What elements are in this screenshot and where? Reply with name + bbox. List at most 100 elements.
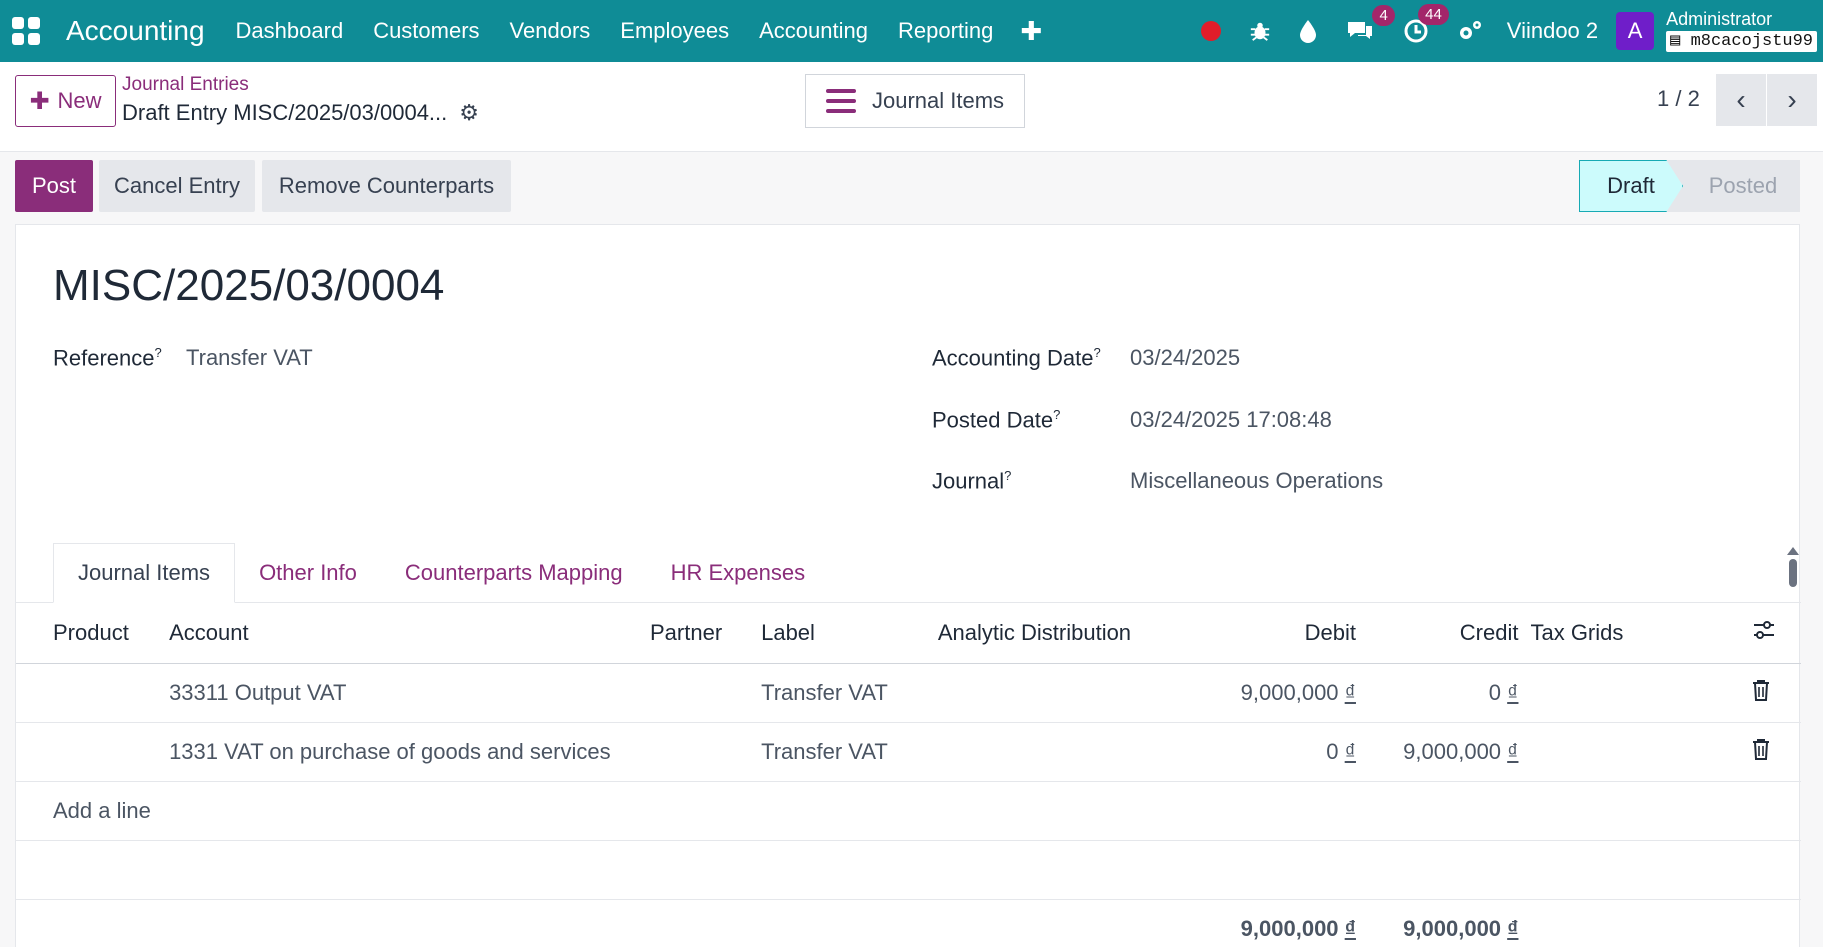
systray: 4 44 Viindoo 2 A Administrator ▤ m8cacoj… [1187,0,1823,62]
tabs-scrollbar[interactable] [1789,559,1797,587]
cell-product[interactable] [16,722,170,782]
cell-account[interactable]: 1331 VAT on purchase of goods and servic… [169,722,650,782]
user-avatar[interactable]: A [1616,12,1655,50]
cell-credit[interactable]: 9,000,000 ₫ [1355,722,1519,782]
cell-debit[interactable]: 9,000,000 ₫ [1174,663,1356,723]
top-navbar: Accounting Dashboard Customers Vendors E… [0,0,1823,62]
header-partner[interactable]: Partner [650,603,762,664]
cell-label[interactable]: Transfer VAT [761,663,938,723]
new-button-label: New [57,88,102,113]
tab-counterparts-mapping[interactable]: Counterparts Mapping [381,543,647,603]
post-button[interactable]: Post [15,160,93,212]
header-label[interactable]: Label [761,603,938,664]
cell-label[interactable]: Transfer VAT [761,722,938,782]
cell-analytic[interactable] [937,663,1175,723]
activities-clock-icon[interactable]: 44 [1403,4,1449,44]
apps-menu-icon[interactable] [12,17,40,45]
cell-analytic[interactable] [937,722,1175,782]
smart-button-label: Journal Items [871,88,1005,113]
accounting-date-field[interactable]: 03/24/2025 [1130,345,1240,371]
new-button[interactable]: ✚ New [15,75,116,127]
cell-partner[interactable] [650,722,762,782]
cell-account[interactable]: 33311 Output VAT [169,663,650,723]
help-icon[interactable]: ? [155,345,162,360]
header-analytic[interactable]: Analytic Distribution [937,603,1175,664]
menu-vendors[interactable]: Vendors [510,18,591,44]
header-product[interactable]: Product [16,603,170,664]
remove-counterparts-button[interactable]: Remove Counterparts [262,160,511,212]
table-header-row: Product Account Partner Label Analytic D… [16,603,1801,664]
menu-accounting[interactable]: Accounting [759,18,868,44]
reference-label: Reference? [53,345,162,371]
journal-items-table: Product Account Partner Label Analytic D… [16,603,1801,947]
cell-tax-grids[interactable] [1518,663,1752,723]
cancel-entry-button[interactable]: Cancel Entry [99,160,255,212]
user-menu[interactable]: Administrator ▤ m8cacojstu99 [1666,10,1817,52]
reference-field[interactable]: Transfer VAT [186,345,313,371]
action-row: Post Cancel Entry Remove Counterparts Po… [0,152,1823,224]
chevron-right-icon: › [1787,84,1797,115]
delete-row-button[interactable] [1751,663,1801,723]
journal-label: Journal? [932,468,1012,494]
tab-journal-items[interactable]: Journal Items [53,543,236,603]
pager-next-button[interactable]: › [1767,74,1817,126]
entry-name: MISC/2025/03/0004 [53,261,445,310]
add-line-row: Add a line [16,781,1801,841]
plus-icon: ✚ [29,87,50,115]
chevron-left-icon: ‹ [1736,84,1746,115]
cell-product[interactable] [16,663,170,723]
database-name: ▤ m8cacojstu99 [1666,31,1817,52]
help-icon[interactable]: ? [1093,345,1100,360]
debug-bug-icon[interactable] [1249,20,1271,42]
status-posted[interactable]: Posted [1666,160,1800,212]
journal-items-smart-button[interactable]: Journal Items [805,74,1025,128]
accounting-date-label: Accounting Date? [932,345,1101,371]
header-debit[interactable]: Debit [1174,603,1356,664]
record-icon[interactable] [1200,21,1221,41]
header-tax-grids[interactable]: Tax Grids [1518,603,1752,664]
breadcrumb-journal-entries[interactable]: Journal Entries [122,74,249,96]
company-switcher[interactable]: Viindoo 2 [1507,18,1598,44]
empty-cell [16,840,1801,900]
messages-icon[interactable]: 4 [1345,5,1395,43]
column-settings[interactable] [1751,603,1801,664]
pager-value[interactable]: 1 / 2 [1657,86,1700,112]
menu-employees[interactable]: Employees [620,18,729,44]
form-sheet: MISC/2025/03/0004 Reference? Transfer VA… [15,224,1801,947]
trash-icon [1752,679,1769,701]
cell-partner[interactable] [650,663,762,723]
cell-debit[interactable]: 0 ₫ [1174,722,1356,782]
table-row[interactable]: 33311 Output VAT Transfer VAT 9,000,000 … [16,663,1801,723]
user-name: Administrator [1666,9,1773,29]
plus-icon[interactable]: ✚ [1020,16,1042,47]
help-icon[interactable]: ? [1053,407,1060,422]
record-title: Draft Entry MISC/2025/03/0004... ⚙ [122,100,479,126]
menu-dashboard[interactable]: Dashboard [236,18,344,44]
help-icon[interactable]: ? [1004,468,1011,483]
header-credit[interactable]: Credit [1355,603,1519,664]
drop-icon[interactable] [1299,19,1317,43]
pager-previous-button[interactable]: ‹ [1716,74,1766,126]
total-credit: 9,000,000 ₫ [1355,899,1519,947]
menu-customers[interactable]: Customers [373,18,479,44]
cell-tax-grids[interactable] [1518,722,1752,782]
settings-gears-icon[interactable] [1457,19,1483,43]
menu-reporting[interactable]: Reporting [898,18,993,44]
gear-icon[interactable]: ⚙ [459,100,479,126]
header-account[interactable]: Account [169,603,650,664]
cell-credit[interactable]: 0 ₫ [1355,663,1519,723]
posted-date-label: Posted Date? [932,407,1061,433]
app-brand[interactable]: Accounting [66,15,205,47]
add-line-link[interactable]: Add a line [16,781,1801,841]
table-row[interactable]: 1331 VAT on purchase of goods and servic… [16,722,1801,782]
status-draft[interactable]: Draft [1579,160,1683,212]
database-name-text: m8cacojstu99 [1690,32,1813,51]
tabs-scroll-up-arrow[interactable] [1787,547,1799,555]
tab-other-info[interactable]: Other Info [235,543,381,603]
posted-date-field: 03/24/2025 17:08:48 [1130,407,1332,432]
totals-row: 9,000,000 ₫ 9,000,000 ₫ [16,899,1801,947]
messages-badge: 4 [1372,5,1395,26]
tab-hr-expenses[interactable]: HR Expenses [647,543,830,603]
journal-field[interactable]: Miscellaneous Operations [1130,468,1383,494]
delete-row-button[interactable] [1751,722,1801,782]
